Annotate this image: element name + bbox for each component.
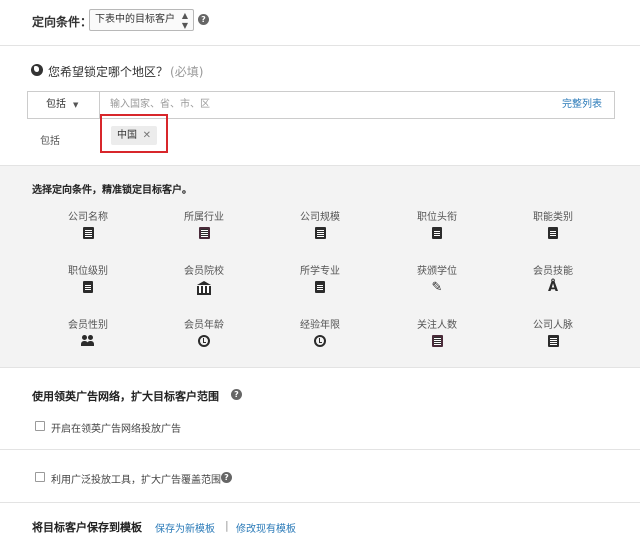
expansion-section: 利用广泛投放工具，扩大广告覆盖范围 ? <box>0 451 640 503</box>
criteria-gender[interactable]: 会员性别 <box>43 316 133 346</box>
criteria-section: 选择定向条件，精准锁定目标客户。 公司名称 所属行业 公司规模 职位头衔 职能类… <box>0 165 640 368</box>
ads-network-checkbox-label: 开启在领英广告网络投放广告 <box>51 424 181 435</box>
expansion-checkbox-label: 利用广泛投放工具，扩大广告覆盖范围 <box>51 475 221 486</box>
targeting-row: 定向条件： 下表中的目标客户 ▲ ▼ ? <box>0 0 640 46</box>
region-section: 您希望锁定哪个地区？ (必填) 包括 ▼ 输入国家、省、市、区 完整列表 包括 中国… <box>0 47 640 165</box>
building-icon <box>314 227 326 239</box>
caret-down-icon: ▼ <box>73 101 79 109</box>
tool-icon: ✎ <box>431 280 443 295</box>
globe-icon <box>31 64 43 76</box>
criteria-experience[interactable]: 经验年限 <box>275 316 365 347</box>
building-icon <box>198 227 210 239</box>
include-label: 包括 <box>40 136 60 147</box>
help-icon[interactable]: ? <box>198 14 209 25</box>
criteria-job-function[interactable]: 职能类别 <box>508 208 598 239</box>
building-icon <box>82 227 94 239</box>
save-template-title: 将目标客户保存到模板 <box>32 521 142 534</box>
people-icon <box>81 335 95 346</box>
targeting-select[interactable]: 下表中的目标客户 ▲ ▼ <box>89 9 194 31</box>
document-icon <box>315 281 325 293</box>
document-icon <box>548 227 558 239</box>
targeting-label: 定向条件： <box>32 15 93 29</box>
targeting-select-value: 下表中的目标客户 <box>95 14 175 25</box>
criteria-age[interactable]: 会员年龄 <box>159 316 249 347</box>
save-template-section: 将目标客户保存到模板 保存为新模板 | 修改现有模板 <box>0 504 640 545</box>
region-question: 您希望锁定哪个地区？ (必填) <box>48 65 204 79</box>
help-icon[interactable]: ? <box>231 389 242 400</box>
criteria-degrees[interactable]: 获颁学位 ✎ <box>392 262 482 295</box>
criteria-industry[interactable]: 所属行业 <box>159 208 249 239</box>
ads-network-section: 使用领英广告网络，扩大目标客户范围 ? 开启在领英广告网络投放广告 <box>0 369 640 450</box>
remove-tag-icon[interactable]: ✕ <box>143 126 151 145</box>
document-icon <box>83 281 93 293</box>
bank-icon <box>197 281 211 295</box>
include-dropdown[interactable]: 包括 ▼ <box>28 92 100 118</box>
link-separator: | <box>225 519 229 532</box>
modify-template-link[interactable]: 修改现有模板 <box>236 520 296 535</box>
help-icon[interactable]: ? <box>221 472 232 483</box>
compass-icon: Å <box>547 280 559 295</box>
ads-network-title: 使用领英广告网络，扩大目标客户范围 <box>32 390 219 403</box>
full-list-link[interactable]: 完整列表 <box>562 92 602 118</box>
expansion-checkbox[interactable] <box>35 472 45 482</box>
building-icon <box>547 335 559 347</box>
criteria-seniority[interactable]: 职位级别 <box>43 262 133 293</box>
clock-icon <box>314 335 326 347</box>
required-note: (必填) <box>170 65 204 79</box>
criteria-title: 选择定向条件，精准锁定目标客户。 <box>32 185 192 196</box>
criteria-field-of-study[interactable]: 所学专业 <box>275 262 365 293</box>
select-arrows-icon: ▲ ▼ <box>181 11 188 30</box>
criteria-skills[interactable]: 会员技能 Å <box>508 262 598 295</box>
clock-icon <box>198 335 210 347</box>
region-tag: 中国 ✕ <box>111 126 157 145</box>
criteria-schools[interactable]: 会员院校 <box>159 262 249 295</box>
criteria-company-name[interactable]: 公司名称 <box>43 208 133 239</box>
criteria-job-title[interactable]: 职位头衔 <box>392 208 482 239</box>
ads-network-checkbox[interactable] <box>35 421 45 431</box>
save-new-template-link[interactable]: 保存为新模板 <box>155 520 215 535</box>
criteria-company-size[interactable]: 公司规模 <box>275 208 365 239</box>
document-icon <box>432 227 442 239</box>
criteria-company-connections[interactable]: 公司人脉 <box>508 316 598 347</box>
building-icon <box>431 335 443 347</box>
criteria-followers[interactable]: 关注人数 <box>392 316 482 347</box>
